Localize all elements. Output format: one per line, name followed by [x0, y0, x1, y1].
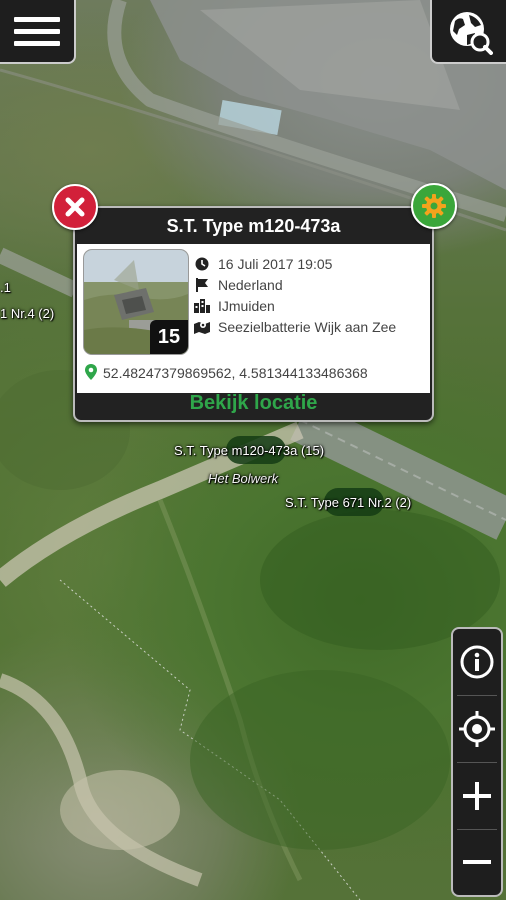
- zoom-out-button[interactable]: [453, 829, 501, 895]
- popup-city: IJmuiden: [218, 298, 275, 314]
- map-controls: [451, 627, 503, 897]
- popup-coordinates: 52.48247379869562, 4.581344133486368: [103, 365, 368, 381]
- location-popup: S.T. Type m120-473a 15 16 Juli 2017 19:0…: [73, 206, 434, 422]
- info-button[interactable]: [453, 629, 501, 695]
- coordinates-row: 52.48247379869562, 4.581344133486368: [85, 362, 368, 384]
- globe-search-button[interactable]: [430, 0, 506, 64]
- hamburger-menu-icon: [14, 10, 60, 53]
- map-label-edge: .1: [0, 280, 11, 295]
- popup-title: S.T. Type m120-473a: [166, 216, 341, 236]
- locate-icon: [459, 711, 495, 747]
- date-row: 16 Juli 2017 19:05: [193, 254, 332, 274]
- popup-group: Seezielbatterie Wijk aan Zee: [218, 319, 397, 335]
- group-row: Seezielbatterie Wijk aan Zee: [193, 317, 396, 337]
- city-icon: [193, 298, 211, 314]
- popup-body: 15 16 Juli 2017 19:05 Nederland IJmuiden…: [77, 244, 430, 393]
- location-pin-icon: [85, 363, 99, 383]
- map-view[interactable]: .1 1 Nr.4 (2) S.T. Type m120-473a (15) H…: [0, 0, 506, 900]
- city-row: IJmuiden: [193, 296, 275, 316]
- zoom-in-button[interactable]: [453, 763, 501, 829]
- zoom-out-icon: [463, 860, 491, 864]
- map-place-label: Het Bolwerk: [208, 471, 279, 486]
- map-marker-icon: [193, 319, 211, 335]
- map-marker-label[interactable]: S.T. Type 671 Nr.2 (2): [285, 495, 411, 510]
- map-marker-label[interactable]: S.T. Type m120-473a (15): [174, 443, 324, 458]
- gear-icon: [422, 194, 446, 218]
- popup-country: Nederland: [218, 277, 283, 293]
- close-popup-button[interactable]: [52, 184, 98, 230]
- view-location-button[interactable]: Bekijk locatie: [75, 389, 432, 420]
- photo-count-badge: 15: [150, 320, 188, 354]
- close-icon: [65, 197, 85, 217]
- settings-button[interactable]: [411, 183, 457, 229]
- info-icon: [460, 645, 494, 679]
- menu-button[interactable]: [0, 0, 76, 64]
- country-row: Nederland: [193, 275, 283, 295]
- globe-search-icon: [450, 12, 493, 55]
- location-photo-thumbnail[interactable]: 15: [84, 250, 188, 354]
- map-label-edge: 1 Nr.4 (2): [0, 306, 55, 321]
- flag-icon: [193, 277, 211, 293]
- zoom-in-icon: [463, 782, 491, 810]
- clock-icon: [193, 256, 211, 272]
- locate-button[interactable]: [453, 696, 501, 762]
- popup-date: 16 Juli 2017 19:05: [218, 256, 333, 272]
